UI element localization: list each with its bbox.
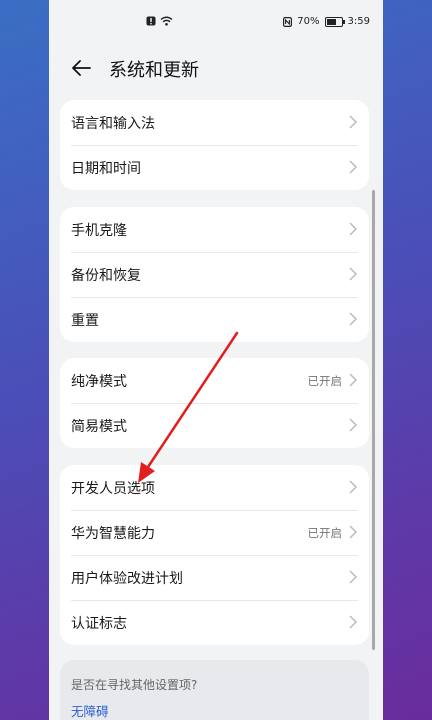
status-left xyxy=(146,16,173,26)
settings-item-label: 手机克隆 xyxy=(71,222,127,239)
settings-item-label: 开发人员选项 xyxy=(71,480,155,497)
settings-item-label: 备份和恢复 xyxy=(71,267,141,284)
settings-item-user-experience-plan[interactable]: 用户体验改进计划 xyxy=(60,555,369,600)
back-arrow-icon[interactable] xyxy=(68,55,94,81)
settings-item-label: 华为智慧能力 xyxy=(71,525,155,542)
chevron-right-icon xyxy=(349,115,358,129)
settings-item-status: 已开启 xyxy=(307,525,343,540)
status-right: 70% 3:59 xyxy=(283,16,370,27)
settings-group-4: 开发人员选项 华为智慧能力 已开启 用户体验改进计划 认证标志 xyxy=(60,465,369,645)
chevron-right-icon xyxy=(349,480,358,494)
settings-item-status: 已开启 xyxy=(307,373,343,388)
chevron-right-icon xyxy=(349,312,358,326)
battery-percent: 70% xyxy=(297,16,320,27)
settings-item-label: 认证标志 xyxy=(71,615,127,632)
settings-item-label: 重置 xyxy=(71,312,99,329)
settings-item-label: 纯净模式 xyxy=(71,373,127,390)
settings-item-pure-mode[interactable]: 纯净模式 已开启 xyxy=(60,358,369,403)
suggestion-text: 是否在寻找其他设置项? xyxy=(71,678,198,692)
chevron-right-icon xyxy=(349,373,358,387)
page-title: 系统和更新 xyxy=(109,60,199,81)
phone-screen: 70% 3:59 系统和更新 语言和输入法 日期和时间 手机克隆 备份和恢复 重… xyxy=(49,0,383,720)
scrollbar[interactable] xyxy=(372,190,375,650)
alert-icon xyxy=(146,16,156,26)
chevron-right-icon xyxy=(349,615,358,629)
header: 系统和更新 xyxy=(49,48,383,88)
settings-item-label: 简易模式 xyxy=(71,418,127,435)
wifi-icon xyxy=(160,16,173,26)
settings-item-certification-logos[interactable]: 认证标志 xyxy=(60,600,369,645)
status-bar: 70% 3:59 xyxy=(49,0,383,46)
chevron-right-icon xyxy=(349,570,358,584)
settings-item-backup-restore[interactable]: 备份和恢复 xyxy=(60,252,369,297)
chevron-right-icon xyxy=(349,160,358,174)
settings-item-language-input[interactable]: 语言和输入法 xyxy=(60,100,369,145)
battery-icon xyxy=(324,16,345,27)
settings-item-reset[interactable]: 重置 xyxy=(60,297,369,342)
settings-item-date-time[interactable]: 日期和时间 xyxy=(60,145,369,190)
chevron-right-icon xyxy=(349,525,358,539)
accessibility-link[interactable]: 无障碍 xyxy=(71,701,109,720)
nfc-icon xyxy=(283,16,293,27)
settings-item-phone-clone[interactable]: 手机克隆 xyxy=(60,207,369,252)
settings-group-2: 手机克隆 备份和恢复 重置 xyxy=(60,207,369,342)
settings-item-label: 日期和时间 xyxy=(71,160,141,177)
settings-item-developer-options[interactable]: 开发人员选项 xyxy=(60,465,369,510)
status-time: 3:59 xyxy=(347,16,370,27)
settings-item-simple-mode[interactable]: 简易模式 xyxy=(60,403,369,448)
chevron-right-icon xyxy=(349,267,358,281)
settings-group-3: 纯净模式 已开启 简易模式 xyxy=(60,358,369,448)
settings-group-1: 语言和输入法 日期和时间 xyxy=(60,100,369,190)
settings-item-huawei-intelligence[interactable]: 华为智慧能力 已开启 xyxy=(60,510,369,555)
settings-item-label: 用户体验改进计划 xyxy=(71,570,183,587)
suggestion-card: 是否在寻找其他设置项? 无障碍 xyxy=(60,660,369,720)
chevron-right-icon xyxy=(349,222,358,236)
chevron-right-icon xyxy=(349,418,358,432)
settings-item-label: 语言和输入法 xyxy=(71,115,155,132)
